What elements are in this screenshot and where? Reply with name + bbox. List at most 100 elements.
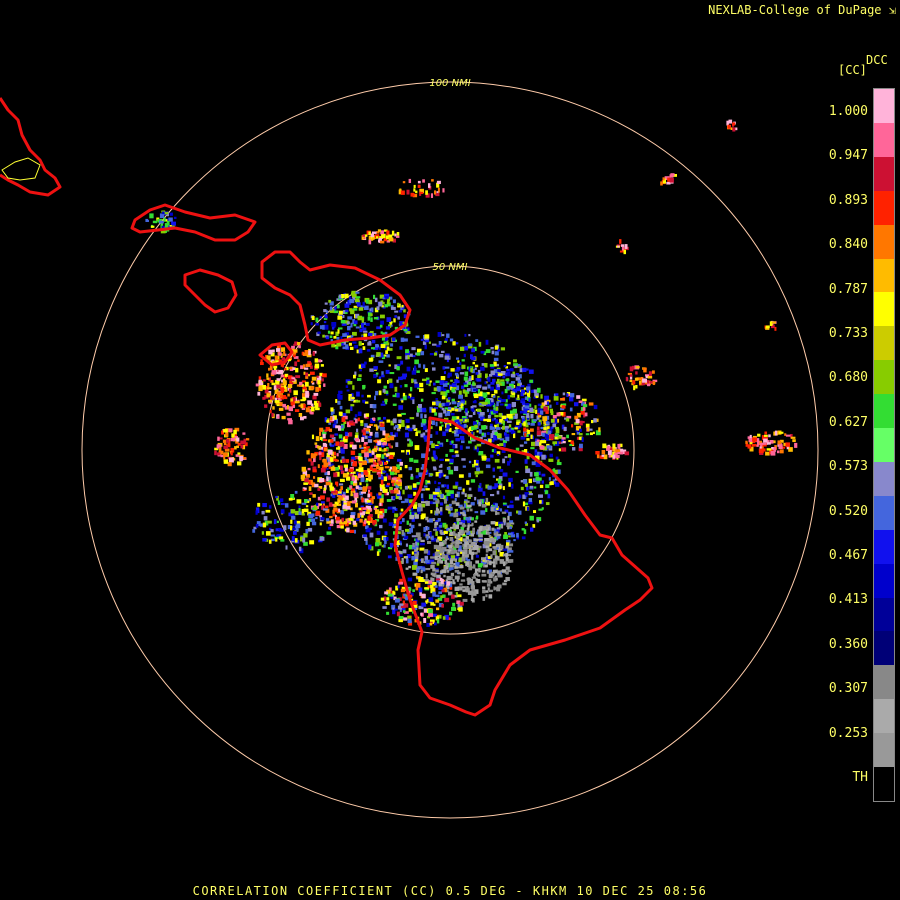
radar-gate: [367, 515, 372, 521]
radar-gate: [353, 492, 359, 498]
radar-gate: [339, 411, 343, 417]
radar-gate: [565, 418, 570, 422]
radar-gate: [380, 422, 383, 426]
radar-gate: [536, 519, 540, 523]
color-scale-swatch: [874, 122, 894, 158]
radar-gate: [230, 438, 236, 442]
radar-gate: [308, 513, 314, 519]
radar-gate: [301, 513, 305, 516]
radar-gate: [349, 420, 354, 424]
radar-gate: [462, 523, 465, 528]
color-scale-label: 0.253: [828, 725, 868, 741]
radar-gate: [355, 326, 360, 329]
radar-gate: [273, 519, 277, 525]
radar-gate: [509, 368, 514, 372]
radar-gate: [379, 324, 383, 328]
radar-gate: [328, 428, 333, 432]
radar-gate: [470, 533, 475, 537]
radar-gate: [373, 409, 376, 413]
radar-gate: [420, 351, 425, 356]
radar-gate: [473, 425, 478, 428]
radar-gate: [401, 412, 406, 415]
radar-gate: [376, 530, 381, 535]
radar-gate: [336, 337, 340, 340]
radar-gate: [312, 494, 316, 498]
radar-gate: [517, 379, 522, 383]
radar-gate: [770, 450, 776, 456]
radar-gate: [461, 458, 466, 461]
radar-gate: [420, 612, 423, 616]
radar-gate: [481, 580, 487, 583]
radar-gate: [561, 405, 566, 409]
expand-icon[interactable]: ⇲: [889, 3, 896, 17]
radar-gate: [467, 539, 472, 543]
radar-gate: [421, 602, 427, 607]
radar-gate: [368, 505, 371, 510]
radar-gate: [549, 404, 552, 408]
radar-gate: [752, 437, 758, 442]
radar-gate: [294, 409, 300, 413]
radar-gate: [474, 364, 479, 368]
radar-gate: [420, 398, 424, 402]
radar-gate: [320, 364, 324, 367]
radar-gate: [425, 573, 428, 579]
radar-gate: [418, 363, 421, 368]
radar-gate: [571, 424, 574, 428]
radar-gate: [371, 347, 375, 350]
radar-gate: [472, 361, 476, 365]
radar-gate: [441, 424, 444, 427]
radar-gate: [310, 412, 314, 415]
radar-gate: [379, 498, 384, 503]
radar-gate: [485, 464, 491, 469]
radar-gate: [359, 482, 362, 486]
radar-gate: [465, 446, 470, 449]
radar-gate: [510, 395, 515, 398]
radar-gate: [554, 417, 558, 423]
radar-gate: [387, 443, 391, 447]
radar-gate: [350, 404, 355, 407]
radar-gate: [216, 452, 221, 456]
radar-gate: [391, 230, 395, 236]
radar-gate: [309, 492, 313, 495]
radar-gate: [328, 461, 331, 465]
radar-gate: [351, 476, 356, 481]
radar-gate: [524, 405, 530, 409]
radar-gate: [558, 448, 561, 452]
radar-gate: [516, 419, 521, 423]
radar-gate: [365, 529, 371, 533]
radar-gate: [540, 405, 544, 409]
radar-gate: [262, 379, 266, 382]
radar-gate: [394, 513, 399, 518]
radar-gate: [339, 441, 345, 447]
radar-gate: [516, 510, 519, 514]
radar-gate: [539, 445, 545, 450]
radar-gate: [341, 323, 347, 326]
radar-gate: [502, 425, 505, 430]
radar-gate: [440, 391, 446, 395]
radar-gate: [451, 606, 456, 611]
radar-gate: [440, 502, 444, 506]
radar-gate: [471, 426, 475, 431]
radar-gate: [777, 440, 782, 445]
color-scale-label: 0.413: [828, 592, 868, 608]
radar-gate: [502, 582, 507, 586]
radar-gate: [314, 358, 319, 363]
radar-gate: [455, 493, 459, 498]
radar-gate: [298, 511, 302, 515]
radar-gate: [359, 328, 363, 333]
radar-gate: [502, 420, 505, 423]
radar-gate: [384, 466, 390, 469]
radar-gate: [260, 359, 263, 363]
radar-gate: [415, 468, 420, 473]
radar-gate: [571, 433, 576, 436]
color-scale-swatch: [874, 665, 894, 700]
radar-gate: [389, 436, 395, 441]
radar-gate: [617, 245, 620, 248]
radar-gate: [572, 447, 576, 451]
radar-gate: [214, 450, 217, 456]
radar-gate: [445, 565, 449, 570]
radar-gate: [380, 344, 386, 349]
radar-gate: [344, 293, 349, 299]
radar-gate: [346, 389, 350, 392]
radar-gate: [538, 494, 543, 498]
